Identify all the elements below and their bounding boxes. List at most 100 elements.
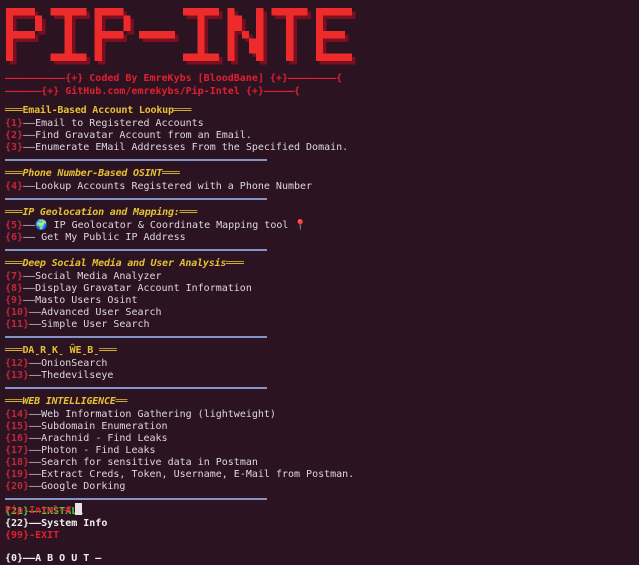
section-header-email-based-account-lookup: ═══Email-Based Account Lookup═══ xyxy=(5,105,192,116)
menu-item-label: Find Gravatar Account from an Email. xyxy=(35,130,252,141)
menu-item-9[interactable]: {9}——Masto Users Osint xyxy=(5,295,635,307)
menu-item-number: {4} xyxy=(5,181,24,192)
menu-item-label: Advanced User Search xyxy=(41,307,162,318)
menu-item-6[interactable]: {6}—— Get My Public IP Address xyxy=(5,232,635,244)
menu-item-dash: —— xyxy=(29,469,42,480)
menu-item-label: Photon - Find Leaks xyxy=(41,445,156,456)
menu-item-dash: —— xyxy=(23,295,36,306)
menu-item-10[interactable]: {10}——Advanced User Search xyxy=(5,307,635,319)
menu-item-dash: —— xyxy=(23,118,36,129)
menu-item-number: {17} xyxy=(5,445,30,456)
credit-line-github: ——————{+} GitHub.com/emrekybs/Pip-Intel … xyxy=(5,86,301,97)
menu-item-12[interactable]: {12}——OnionSearch xyxy=(5,358,635,370)
menu-item-label: Email to Registered Accounts xyxy=(35,118,204,129)
menu-item-label: OnionSearch xyxy=(41,358,108,369)
menu-item-14[interactable]: {14}——Web Information Gathering (lightwe… xyxy=(5,409,635,421)
section-dark-web: ═══DA̠R̠K̠ ŴE̠B̠═══ {12}——OnionSearch {13… xyxy=(5,344,635,382)
menu-item-label: Subdomain Enumeration xyxy=(41,421,168,432)
section-header-phone-number-based-osint: ═══Phone Number-Based OSINT═══ xyxy=(5,168,180,179)
section-header-dark-web: ═══DA̠R̠K̠ ŴE̠B̠═══ xyxy=(5,345,117,356)
section-separator-4 xyxy=(5,387,267,389)
menu-item-label: Simple User Search xyxy=(41,319,150,330)
section-phone-number-based-osint: ═══Phone Number-Based OSINT═══ {4}——Looku… xyxy=(5,167,635,193)
banner-svg xyxy=(6,8,356,65)
section-separator-1 xyxy=(5,198,267,200)
menu-item-19[interactable]: {19}——Extract Creds, Token, Username, E-… xyxy=(5,469,635,481)
text-cursor xyxy=(75,503,83,515)
menu-item-1[interactable]: {1}——Email to Registered Accounts xyxy=(5,118,635,130)
menu-item-exit[interactable]: {99}-EXIT xyxy=(5,530,635,542)
menu-item-number: {14} xyxy=(5,409,30,420)
menu-item-8[interactable]: {8}——Display Gravatar Account Informatio… xyxy=(5,283,635,295)
menu-item-dash: —— xyxy=(29,445,42,456)
menu-item-exit-text: {99}-EXIT xyxy=(5,530,60,541)
menu-list: ═══Email-Based Account Lookup═══ {1}——Ema… xyxy=(5,104,635,565)
menu-item-2[interactable]: {2}——Find Gravatar Account from an Email… xyxy=(5,130,635,142)
terminal-window: ——————————{+} Coded By EmreKybs [BloodBa… xyxy=(0,0,639,564)
menu-item-dash: —— xyxy=(29,358,42,369)
menu-item-15[interactable]: {15}——Subdomain Enumeration xyxy=(5,421,635,433)
menu-item-number: {12} xyxy=(5,358,30,369)
menu-item-label: Get My Public IP Address xyxy=(35,232,186,243)
globe-icon: 🌍 xyxy=(35,220,48,231)
menu-item-number: {3} xyxy=(5,142,24,153)
menu-item-dash: —— xyxy=(23,283,36,294)
menu-item-5[interactable]: {5}——🌍 IP Geolocator & Coordinate Mappin… xyxy=(5,220,635,232)
footer-actions: {21}——INSTALL {22}——System Info {99}-EXIT {… xyxy=(5,506,635,565)
menu-item-dash: —— xyxy=(29,481,42,492)
menu-item-dash: —— xyxy=(29,433,42,444)
section-separator-0 xyxy=(5,159,267,161)
menu-item-dash: —— xyxy=(23,220,36,231)
menu-item-20[interactable]: {20}——Google Dorking xyxy=(5,481,635,493)
menu-item-number: {1} xyxy=(5,118,24,129)
section-header-deep-social-media-and-user-analysis: ═══Deep Social Media and User Analysis══… xyxy=(5,258,244,269)
menu-item-dash: —— xyxy=(23,142,36,153)
menu-item-install[interactable]: {21}——INSTALL xyxy=(5,506,635,518)
menu-item-7[interactable]: {7}——Social Media Analyzer xyxy=(5,271,635,283)
menu-item-3[interactable]: {3}——Enumerate EMail Addresses From the … xyxy=(5,142,635,154)
menu-item-label: IP Geolocator & Coordinate Mapping tool xyxy=(47,220,295,231)
menu-item-dash: —— xyxy=(29,421,42,432)
menu-item-13[interactable]: {13}——Thedevilseye xyxy=(5,370,635,382)
menu-item-16[interactable]: {16}——Arachnid - Find Leaks xyxy=(5,433,635,445)
shell-prompt[interactable]: Pip-Intel~# xyxy=(5,503,83,517)
menu-item-system-info[interactable]: {22}——System Info xyxy=(5,518,635,530)
pip-intel-ascii-banner xyxy=(4,2,364,68)
menu-item-18[interactable]: {18}——Search for sensitive data in Postm… xyxy=(5,457,635,469)
menu-item-about-text: {0}——A B O U T — xyxy=(5,553,102,564)
menu-item-number: {20} xyxy=(5,481,30,492)
menu-item-17[interactable]: {17}——Photon - Find Leaks xyxy=(5,445,635,457)
menu-item-system-info-text: {22}——System Info xyxy=(5,518,108,529)
menu-item-label: Arachnid - Find Leaks xyxy=(41,433,168,444)
menu-item-11[interactable]: {11}——Simple User Search xyxy=(5,319,635,331)
menu-item-dash: —— xyxy=(29,319,42,330)
menu-item-dash: —— xyxy=(29,370,42,381)
menu-item-number: {2} xyxy=(5,130,24,141)
menu-item-label: Masto Users Osint xyxy=(35,295,138,306)
menu-item-number: {9} xyxy=(5,295,24,306)
menu-item-label: Search for sensitive data in Postman xyxy=(41,457,258,468)
section-email-based-account-lookup: ═══Email-Based Account Lookup═══ {1}——Ema… xyxy=(5,104,635,154)
section-ip-geolocation-and-mapping: ═══IP Geolocation and Mapping:═══ {5}——🌍 … xyxy=(5,206,635,244)
credits-block: ——————————{+} Coded By EmreKybs [BloodBa… xyxy=(5,72,342,98)
section-separator-2 xyxy=(5,249,267,251)
menu-item-number: {7} xyxy=(5,271,24,282)
credit-line-coded-by: ——————————{+} Coded By EmreKybs [BloodBa… xyxy=(5,73,343,84)
menu-item-label: Lookup Accounts Registered with a Phone … xyxy=(35,181,313,192)
section-header-ip-geolocation-and-mapping: ═══IP Geolocation and Mapping:═══ xyxy=(5,207,198,218)
menu-item-label: Display Gravatar Account Information xyxy=(35,283,252,294)
prompt-label: Pip-Intel~# xyxy=(5,505,72,516)
section-separator-5 xyxy=(5,498,267,500)
menu-item-number: {10} xyxy=(5,307,30,318)
section-separator-3 xyxy=(5,336,267,338)
menu-item-number: {5} xyxy=(5,220,24,231)
menu-item-dash: —— xyxy=(23,181,36,192)
menu-item-about[interactable]: {0}——A B O U T — xyxy=(5,553,635,565)
menu-item-label: Enumerate EMail Addresses From the Speci… xyxy=(35,142,349,153)
menu-item-dash: —— xyxy=(23,232,36,243)
menu-item-dash: —— xyxy=(23,271,36,282)
section-header-web-intelligence: ═══WEB INTELLIGENCE══ xyxy=(5,396,128,407)
menu-item-4[interactable]: {4}——Lookup Accounts Registered with a P… xyxy=(5,181,635,193)
section-deep-social-media-and-user-analysis: ═══Deep Social Media and User Analysis══… xyxy=(5,257,635,331)
